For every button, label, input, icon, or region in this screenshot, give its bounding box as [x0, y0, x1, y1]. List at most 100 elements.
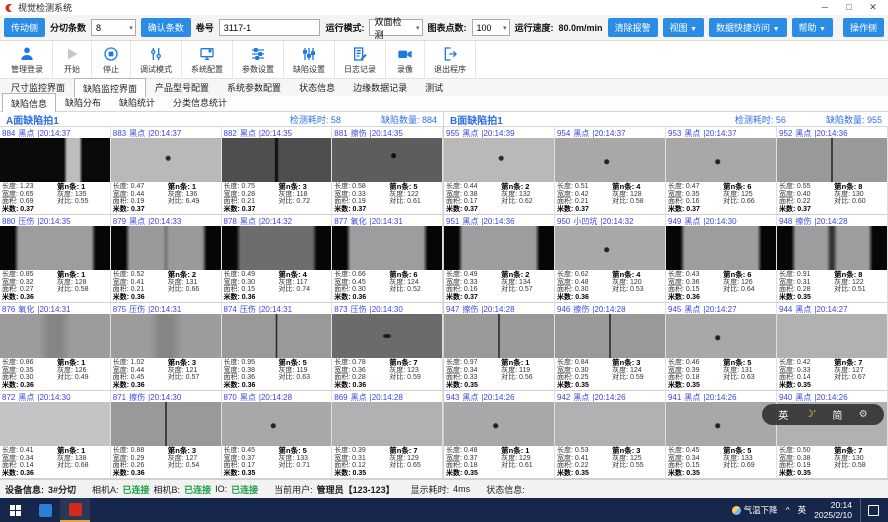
defect-image[interactable] — [666, 402, 776, 447]
defect-image[interactable] — [111, 402, 221, 447]
drive-side-button[interactable]: 传动侧 — [4, 18, 45, 37]
defect-image[interactable] — [111, 138, 221, 183]
taskbar-app-blue[interactable] — [30, 498, 60, 522]
tray-expand-icon[interactable]: ^ — [786, 505, 790, 515]
defect-cell[interactable]: 881擦伤|20:14:35 长度: 0.58 宽度: 0.33 面积: 0.1… — [332, 127, 443, 215]
roll-number-input[interactable]: 3117-1 — [219, 19, 321, 36]
operator-side-button[interactable]: 操作侧 — [843, 18, 884, 37]
ime-toolbar[interactable]: 英 ☽’ 简 ⚙ — [762, 404, 884, 425]
defect-cell[interactable]: 882黑点|20:14:35 长度: 0.75 宽度: 0.28 面积: 0.2… — [222, 127, 333, 215]
defect-image[interactable] — [777, 138, 887, 183]
action-button[interactable]: 开始 — [53, 41, 92, 78]
tab-main-5[interactable]: 边缘数据记录 — [344, 78, 416, 96]
moon-icon[interactable]: ☽’ — [805, 409, 816, 420]
defect-image[interactable] — [444, 314, 554, 359]
tab-sub-0[interactable]: 缺陷信息 — [2, 93, 56, 112]
defect-cell[interactable]: 874压伤|20:14:31 长度: 0.95 宽度: 0.38 面积: 0.3… — [222, 303, 333, 391]
defect-image[interactable] — [111, 226, 221, 271]
defect-cell[interactable]: 952黑点|20:14:36 长度: 0.55 宽度: 0.40 面积: 0.2… — [777, 127, 888, 215]
ime-english-mode[interactable]: 英 — [778, 407, 788, 422]
defect-image[interactable] — [332, 402, 442, 447]
tab-main-4[interactable]: 状态信息 — [290, 78, 344, 96]
defect-image[interactable] — [555, 138, 665, 183]
defect-image[interactable] — [332, 138, 442, 183]
defect-image[interactable] — [555, 402, 665, 447]
taskbar-app-inspection[interactable] — [60, 498, 90, 522]
start-button[interactable] — [0, 498, 30, 522]
help-menu-button[interactable]: 帮助 ▼ — [792, 18, 833, 37]
defect-image[interactable] — [666, 314, 776, 359]
defect-image[interactable] — [0, 138, 110, 183]
defect-image[interactable] — [444, 226, 554, 271]
defect-cell[interactable]: 877氧化|20:14:31 长度: 0.66 宽度: 0.45 面积: 0.3… — [332, 215, 443, 303]
data-shortcut-menu-button[interactable]: 数据快捷访问 ▼ — [709, 18, 786, 37]
defect-cell[interactable]: 883黑点|20:14:37 长度: 0.47 宽度: 0.44 面积: 0.1… — [111, 127, 222, 215]
notification-center-button[interactable] — [860, 498, 886, 522]
defect-image[interactable] — [666, 138, 776, 183]
ime-simplified-mode[interactable]: 简 — [832, 407, 842, 422]
defect-cell[interactable]: 951黑点|20:14:36 长度: 0.49 宽度: 0.33 面积: 0.1… — [444, 215, 555, 303]
defect-cell[interactable]: 876氧化|20:14:31 长度: 0.86 宽度: 0.35 面积: 0.3… — [0, 303, 111, 391]
slit-count-select[interactable]: 8▾ — [91, 19, 136, 36]
minimize-icon[interactable]: ─ — [814, 1, 836, 14]
defect-image[interactable] — [0, 226, 110, 271]
maximize-icon[interactable]: □ — [838, 1, 860, 14]
action-button[interactable]: 停止 — [92, 41, 131, 78]
action-button[interactable]: 录像 — [386, 41, 425, 78]
clock[interactable]: 20:14 2025/2/10 — [814, 500, 852, 520]
defect-cell[interactable]: 878黑点|20:14:32 长度: 0.49 宽度: 0.30 面积: 0.1… — [222, 215, 333, 303]
action-button[interactable]: 调试模式 — [131, 41, 182, 78]
defect-image[interactable] — [444, 402, 554, 447]
action-button[interactable]: 退出程序 — [425, 41, 476, 78]
defect-cell[interactable]: 942黑点|20:14:26 长度: 0.53 宽度: 0.41 面积: 0.2… — [555, 391, 666, 479]
defect-cell[interactable]: 944黑点|20:14:27 长度: 0.42 宽度: 0.33 面积: 0.1… — [777, 303, 888, 391]
view-menu-button[interactable]: 视图 ▼ — [663, 18, 704, 37]
tab-main-6[interactable]: 测试 — [416, 78, 452, 96]
chart-points-select[interactable]: 100▾ — [472, 19, 510, 36]
tab-main-1[interactable]: 缺陷监控界面 — [74, 78, 146, 97]
defect-cell[interactable]: 950小凹坑|20:14:32 长度: 0.62 宽度: 0.48 面积: 0.… — [555, 215, 666, 303]
defect-image[interactable] — [777, 314, 887, 359]
defect-cell[interactable]: 884黑点|20:14:37 长度: 1.23 宽度: 0.65 面积: 0.6… — [0, 127, 111, 215]
defect-image[interactable] — [555, 314, 665, 359]
defect-image[interactable] — [332, 226, 442, 271]
defect-image[interactable] — [111, 314, 221, 359]
defect-image[interactable] — [555, 226, 665, 271]
defect-cell[interactable]: 946擦伤|20:14:28 长度: 0.84 宽度: 0.30 面积: 0.2… — [555, 303, 666, 391]
defect-cell[interactable]: 954黑点|20:14:37 长度: 0.51 宽度: 0.42 面积: 0.2… — [555, 127, 666, 215]
defect-image[interactable] — [222, 402, 332, 447]
defect-image[interactable] — [222, 226, 332, 271]
tab-sub-3[interactable]: 分类信息统计 — [164, 93, 236, 111]
clear-alarm-button[interactable]: 清除报警 — [608, 18, 658, 37]
defect-image[interactable] — [0, 314, 110, 359]
confirm-count-button[interactable]: 确认条数 — [141, 18, 191, 37]
defect-cell[interactable]: 945黑点|20:14:27 长度: 0.46 宽度: 0.39 面积: 0.1… — [666, 303, 777, 391]
defect-image[interactable] — [222, 314, 332, 359]
defect-cell[interactable]: 875压伤|20:14:31 长度: 1.02 宽度: 0.44 面积: 0.4… — [111, 303, 222, 391]
defect-cell[interactable]: 872黑点|20:14:30 长度: 0.41 宽度: 0.34 面积: 0.1… — [0, 391, 111, 479]
defect-cell[interactable]: 947擦伤|20:14:28 长度: 0.97 宽度: 0.34 面积: 0.3… — [444, 303, 555, 391]
defect-image[interactable] — [444, 138, 554, 183]
defect-cell[interactable]: 943黑点|20:14:26 长度: 0.48 宽度: 0.37 面积: 0.1… — [444, 391, 555, 479]
defect-cell[interactable]: 870黑点|20:14:28 长度: 0.45 宽度: 0.37 面积: 0.1… — [222, 391, 333, 479]
defect-cell[interactable]: 955黑点|20:14:39 长度: 0.44 宽度: 0.38 面积: 0.1… — [444, 127, 555, 215]
weather-tray-item[interactable]: 气温下降 — [732, 504, 778, 516]
gear-icon[interactable]: ⚙ — [859, 409, 868, 420]
run-mode-select[interactable]: 双面检测▾ — [369, 19, 422, 36]
defect-image[interactable] — [777, 226, 887, 271]
action-button[interactable]: 参数设置 — [233, 41, 284, 78]
defect-image[interactable] — [0, 402, 110, 447]
defect-cell[interactable]: 880压伤|20:14:35 长度: 0.85 宽度: 0.32 面积: 0.2… — [0, 215, 111, 303]
defect-cell[interactable]: 948擦伤|20:14:28 长度: 0.91 宽度: 0.31 面积: 0.2… — [777, 215, 888, 303]
defect-cell[interactable]: 871擦伤|20:14:30 长度: 0.88 宽度: 0.29 面积: 0.2… — [111, 391, 222, 479]
defect-cell[interactable]: 941黑点|20:14:26 长度: 0.45 宽度: 0.34 面积: 0.1… — [666, 391, 777, 479]
action-button[interactable]: 管理登录 — [2, 41, 53, 78]
defect-cell[interactable]: 949黑点|20:14:30 长度: 0.43 宽度: 0.36 面积: 0.1… — [666, 215, 777, 303]
action-button[interactable]: 日志记录 — [335, 41, 386, 78]
tray-language-indicator[interactable]: 英 — [798, 504, 807, 516]
action-button[interactable]: 系统配置 — [182, 41, 233, 78]
defect-cell[interactable]: 879黑点|20:14:33 长度: 0.52 宽度: 0.41 面积: 0.2… — [111, 215, 222, 303]
close-icon[interactable]: ✕ — [862, 1, 884, 14]
defect-cell[interactable]: 953黑点|20:14:37 长度: 0.47 宽度: 0.35 面积: 0.1… — [666, 127, 777, 215]
defect-cell[interactable]: 869黑点|20:14:28 长度: 0.39 宽度: 0.31 面积: 0.1… — [332, 391, 443, 479]
